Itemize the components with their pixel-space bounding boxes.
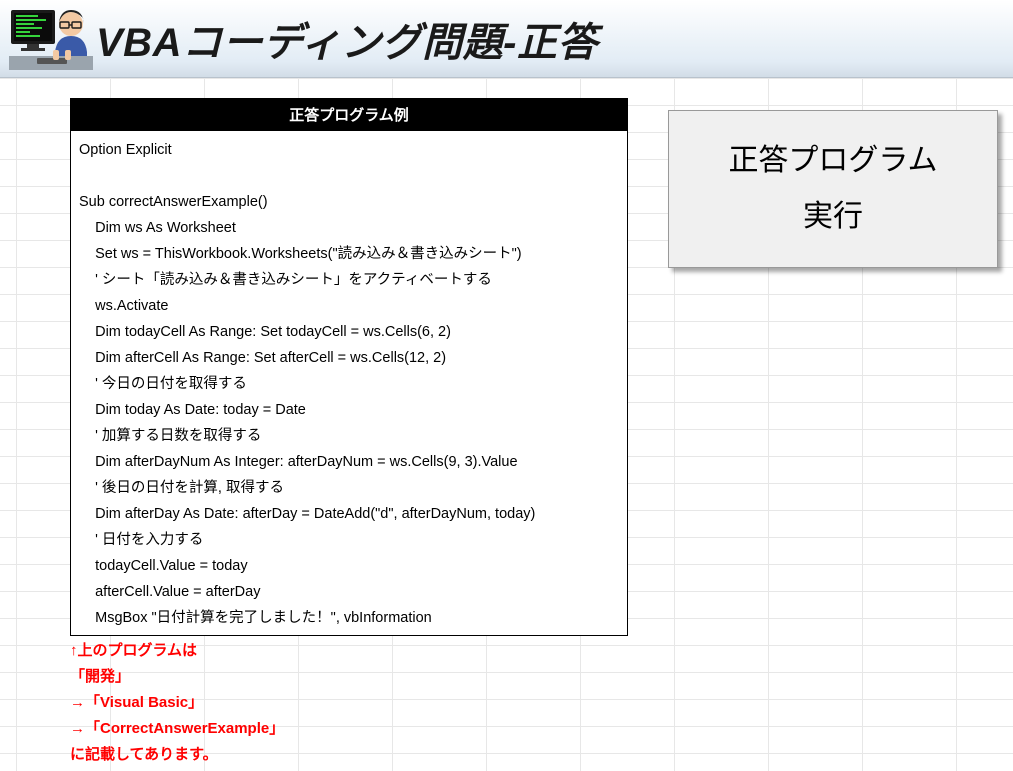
- correct-answer-code-box: 正答プログラム例 Option Explicit Sub correctAnsw…: [70, 98, 628, 636]
- program-location-instructions: ↑上のプログラムは 「開発」 →「Visual Basic」 →「Correct…: [70, 638, 284, 768]
- title-header: VBAコーディング問題-正答: [0, 0, 1013, 78]
- code-box-content: Option Explicit Sub correctAnswerExample…: [71, 131, 627, 636]
- instruction-line: →「Visual Basic」: [70, 690, 284, 716]
- programmer-icon: [6, 4, 96, 74]
- instruction-line: →「CorrectAnswerExample」: [70, 716, 284, 742]
- instruction-line: に記載してあります。: [70, 742, 284, 768]
- code-box-title: 正答プログラム例: [71, 99, 627, 131]
- page-title: VBAコーディング問題-正答: [96, 10, 598, 68]
- instruction-line: 「開発」: [70, 664, 284, 690]
- run-correct-program-button[interactable]: 正答プログラム 実行: [668, 110, 998, 268]
- instruction-line: ↑上のプログラムは: [70, 638, 284, 664]
